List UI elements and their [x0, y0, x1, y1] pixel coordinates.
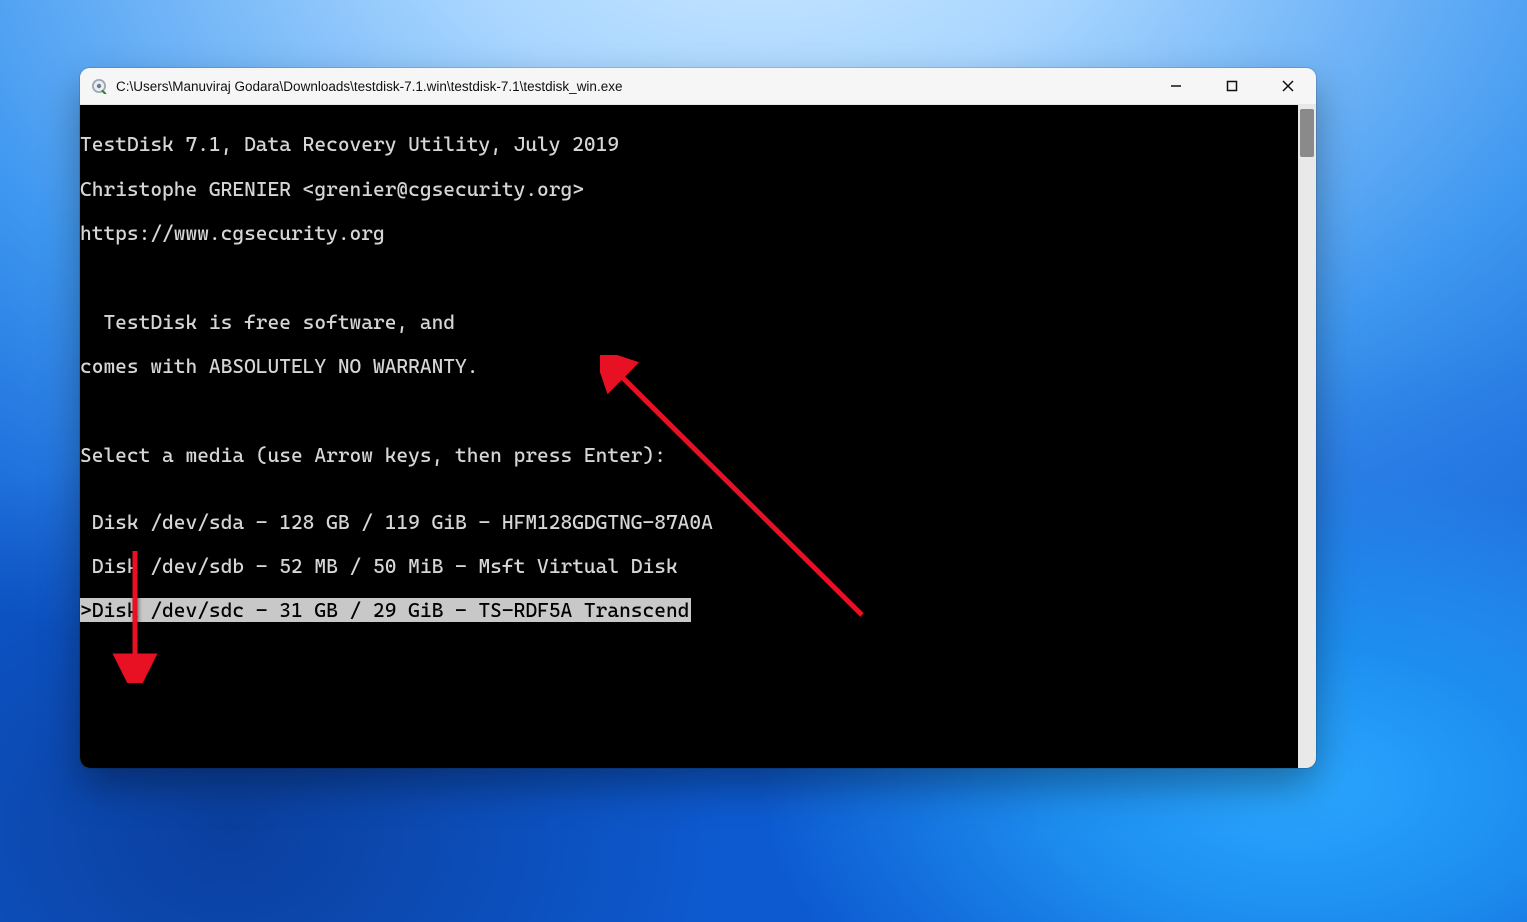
disk-sdb[interactable]: Disk /dev/sdb - 52 MB / 50 MiB - Msft Vi… [80, 555, 1298, 577]
select-media-prompt: Select a media (use Arrow keys, then pre… [80, 444, 1298, 466]
disk-list: Disk /dev/sda - 128 GB / 119 GiB - HFM12… [80, 488, 1298, 643]
titlebar[interactable]: C:\Users\Manuviraj Godara\Downloads\test… [80, 68, 1316, 105]
intro-line-2: comes with ABSOLUTELY NO WARRANTY. [80, 355, 1298, 377]
window-title: C:\Users\Manuviraj Godara\Downloads\test… [116, 79, 1148, 94]
console-text: TestDisk 7.1, Data Recovery Utility, Jul… [80, 105, 1298, 768]
disk-sdc-selected[interactable]: >Disk /dev/sdc - 31 GB / 29 GiB - TS-RDF… [80, 599, 1298, 621]
vertical-scrollbar[interactable] [1298, 105, 1316, 768]
console-window: C:\Users\Manuviraj Godara\Downloads\test… [80, 68, 1316, 768]
disk-sda[interactable]: Disk /dev/sda - 128 GB / 119 GiB - HFM12… [80, 511, 1298, 533]
blank-line [80, 266, 1298, 288]
header-line-1: TestDisk 7.1, Data Recovery Utility, Jul… [80, 133, 1298, 155]
intro-line-1: TestDisk is free software, and [80, 311, 1298, 333]
header-line-2: Christophe GRENIER <grenier@cgsecurity.o… [80, 178, 1298, 200]
header-line-3: https://www.cgsecurity.org [80, 222, 1298, 244]
app-icon [90, 77, 108, 95]
console-area[interactable]: TestDisk 7.1, Data Recovery Utility, Jul… [80, 105, 1316, 768]
caption-buttons [1148, 68, 1316, 104]
blank-line [80, 400, 1298, 422]
close-button[interactable] [1260, 68, 1316, 104]
blank-line [80, 755, 1298, 768]
scrollbar-thumb[interactable] [1300, 109, 1314, 157]
disk-sdc-label: >Disk /dev/sdc - 31 GB / 29 GiB - TS-RDF… [80, 598, 691, 622]
blank-line [80, 666, 1298, 688]
maximize-button[interactable] [1204, 68, 1260, 104]
minimize-button[interactable] [1148, 68, 1204, 104]
blank-line [80, 710, 1298, 732]
